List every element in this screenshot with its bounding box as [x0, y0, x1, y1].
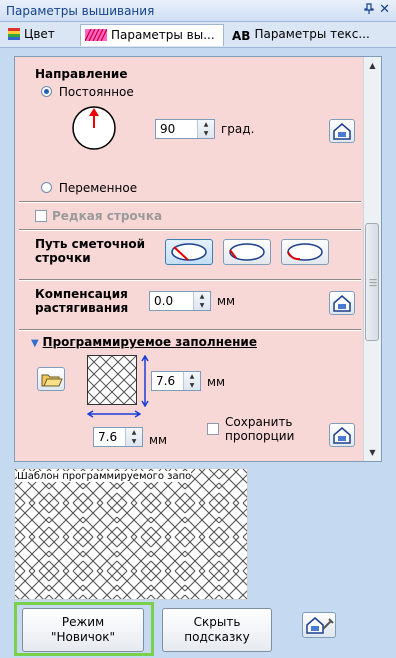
- basting-path-option-2[interactable]: [223, 239, 271, 265]
- tab-text-params-label: Параметры текс...: [254, 27, 370, 41]
- tab-color[interactable]: Цвет: [4, 24, 76, 46]
- pin-icon[interactable]: [364, 3, 374, 18]
- novice-mode-line2: "Новичок": [51, 630, 115, 644]
- default-settings-wrench-icon[interactable]: [302, 612, 336, 638]
- collapse-icon[interactable]: ▼: [31, 338, 39, 349]
- pull-compensation-label: Компенсация растягивания: [35, 287, 128, 315]
- pull-compensation-unit: мм: [217, 294, 236, 308]
- fill-height-input[interactable]: 7.6 ▲ ▼: [151, 371, 201, 391]
- sparse-stitch-label: Редкая строчка: [52, 209, 163, 223]
- pull-compensation-section: Компенсация растягивания 0.0 ▲ ▼ мм: [23, 283, 363, 327]
- tab-text-params[interactable]: AB Параметры текс...: [228, 24, 394, 46]
- keep-proportions-checkbox[interactable]: [207, 423, 219, 435]
- hide-hint-button[interactable]: Скрыть подсказку: [162, 608, 272, 652]
- height-arrow-icon: [141, 354, 149, 410]
- divider: [19, 279, 361, 281]
- keep-proportions-label: Сохранить пропорции: [225, 415, 294, 443]
- color-palette-icon: [8, 28, 20, 43]
- sewing-pattern-icon: [84, 28, 108, 44]
- angle-unit: град.: [221, 122, 255, 136]
- tab-color-label: Цвет: [24, 27, 55, 41]
- pattern-preview-image: [15, 469, 247, 599]
- divider: [19, 329, 361, 331]
- angle-value: 90: [160, 122, 176, 136]
- scroll-down-icon[interactable]: ▼: [364, 444, 381, 461]
- ab-text-icon: AB: [232, 29, 251, 43]
- sparse-stitch-row[interactable]: Редкая строчка: [23, 205, 363, 227]
- keep-proportions-line1: Сохранить: [225, 415, 293, 429]
- tab-sewing-params[interactable]: Параметры вы...: [80, 24, 224, 46]
- direction-heading: Направление: [35, 67, 128, 81]
- fill-pattern-thumbnail: [87, 355, 137, 405]
- basting-path-label-line1: Путь сметочной: [35, 237, 146, 251]
- hide-hint-line2: подсказку: [184, 630, 250, 644]
- programmable-fill-header[interactable]: ▼ Программируемое заполнение: [31, 335, 257, 349]
- fill-width-unit: мм: [149, 433, 168, 447]
- vertical-scrollbar[interactable]: ▲ — — — ▼: [363, 57, 381, 461]
- basting-path-option-1[interactable]: [165, 239, 213, 265]
- panel-title: Параметры вышивания: [6, 4, 155, 18]
- settings-content: Направление Постоянное 90 ▲ ▼ град. Пере…: [15, 57, 365, 461]
- width-arrow-icon: [86, 407, 142, 421]
- close-icon[interactable]: ✕: [379, 2, 390, 17]
- basting-path-label-line2: строчки: [35, 251, 91, 265]
- fill-width-input[interactable]: 7.6 ▲ ▼: [93, 427, 143, 447]
- settings-panel: Направление Постоянное 90 ▲ ▼ град. Пере…: [14, 56, 382, 462]
- scrollbar-thumb[interactable]: — — —: [365, 223, 379, 341]
- preview-caption: Шаблон программируемого запо: [17, 471, 192, 482]
- constant-radio[interactable]: [41, 86, 52, 97]
- pull-compensation-input[interactable]: 0.0 ▲ ▼: [149, 291, 211, 311]
- sparse-stitch-checkbox[interactable]: [35, 210, 47, 222]
- programmable-fill-heading: Программируемое заполнение: [42, 335, 257, 349]
- default-settings-icon[interactable]: [329, 291, 355, 315]
- default-settings-icon[interactable]: [329, 119, 355, 143]
- pull-compensation-value: 0.0: [154, 294, 174, 308]
- novice-mode-button[interactable]: Режим "Новичок": [22, 608, 144, 652]
- default-settings-icon[interactable]: [329, 423, 355, 447]
- hide-hint-line1: Скрыть: [193, 615, 241, 629]
- basting-path-section: Путь сметочной строчки: [23, 233, 363, 277]
- divider: [19, 229, 361, 231]
- pull-compensation-label-line1: Компенсация: [35, 287, 128, 301]
- divider: [19, 201, 361, 203]
- pull-compensation-spinner[interactable]: ▲ ▼: [193, 292, 210, 310]
- panel-title-bar: Параметры вышивания ✕: [0, 0, 396, 22]
- pull-compensation-label-line2: растягивания: [35, 301, 129, 315]
- angle-input[interactable]: 90 ▲ ▼: [155, 119, 215, 139]
- direction-variable-option[interactable]: Переменное: [41, 181, 137, 195]
- direction-dial[interactable]: [71, 105, 117, 154]
- scroll-up-icon[interactable]: ▲: [364, 57, 381, 74]
- fill-width-value: 7.6: [98, 430, 118, 444]
- open-folder-icon[interactable]: [37, 367, 65, 391]
- grip-icon: — — —: [369, 275, 377, 290]
- fill-height-value: 7.6: [156, 374, 176, 388]
- variable-label: Переменное: [58, 181, 138, 195]
- basting-path-label: Путь сметочной строчки: [35, 237, 145, 265]
- novice-mode-line1: Режим: [61, 615, 105, 629]
- variable-radio[interactable]: [41, 182, 52, 193]
- pattern-preview: Шаблон программируемого запо: [14, 468, 248, 600]
- fill-height-spinner[interactable]: ▲ ▼: [183, 372, 200, 390]
- programmable-fill-section: ▼ Программируемое заполнение 7.6 ▲ ▼ мм …: [23, 333, 363, 459]
- basting-path-option-3[interactable]: [281, 239, 329, 265]
- basting-path-options: [165, 239, 365, 267]
- tab-sewing-params-label: Параметры вы...: [111, 28, 215, 42]
- angle-spinner[interactable]: ▲ ▼: [197, 120, 214, 138]
- direction-section: Направление Постоянное 90 ▲ ▼ град. Пере…: [23, 63, 363, 203]
- fill-width-spinner[interactable]: ▲ ▼: [125, 428, 142, 446]
- constant-label: Постоянное: [58, 85, 134, 99]
- keep-proportions-line2: пропорции: [225, 429, 295, 443]
- fill-height-unit: мм: [207, 375, 226, 389]
- tab-bar: Цвет Параметры вы... AB Параметры текс...: [0, 22, 396, 48]
- direction-constant-option[interactable]: Постоянное: [41, 85, 134, 99]
